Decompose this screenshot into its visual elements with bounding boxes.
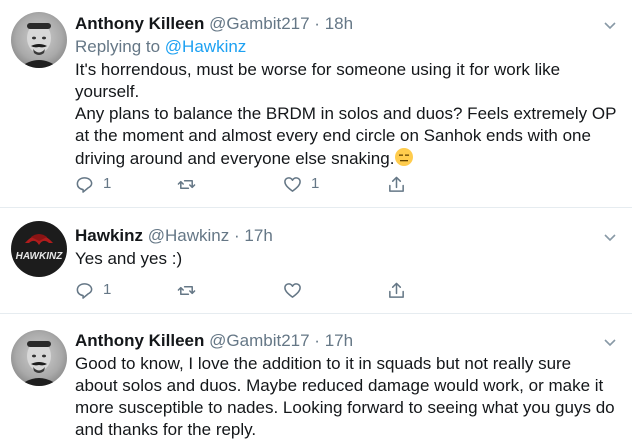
author-handle[interactable]: @Gambit217 — [209, 331, 309, 350]
tweet-thread: Anthony Killeen @Gambit217 · 18h Replyin… — [0, 0, 632, 441]
like-count: 1 — [311, 175, 320, 192]
tweet-text-line: about solos and duos. Maybe reduced dama… — [75, 376, 604, 395]
replying-to-label: Replying to — [75, 37, 161, 56]
chevron-down-icon[interactable] — [602, 229, 618, 245]
tweet-text: Good to know, I love the addition to it … — [75, 353, 620, 441]
replying-to-link[interactable]: @Hawkinz — [165, 37, 247, 56]
reply-icon — [76, 282, 93, 299]
share-icon — [389, 176, 404, 192]
tweet-time[interactable]: 18h — [325, 14, 353, 33]
tweet-time[interactable]: 17h — [244, 226, 272, 245]
tweet-time[interactable]: 17h — [325, 331, 353, 350]
tweet-text-line: Any plans to balance the BRDM in solos a… — [75, 104, 617, 123]
separator-dot: · — [234, 226, 240, 245]
retweet-button[interactable] — [177, 172, 196, 196]
like-button[interactable] — [283, 278, 302, 302]
tweet-text-line: at the moment and almost every end circl… — [75, 126, 591, 145]
retweet-icon — [177, 179, 196, 189]
author-name[interactable]: Anthony Killeen — [75, 14, 204, 33]
reply-count: 1 — [103, 281, 112, 298]
avatar-anthony[interactable] — [11, 12, 67, 68]
tweet-text: It's horrendous, must be worse for someo… — [75, 59, 620, 170]
replying-to: Replying to @Hawkinz — [75, 36, 246, 58]
person-avatar-icon — [19, 23, 59, 68]
share-button[interactable] — [387, 278, 406, 302]
tweet-text-line: Good to know, I love the addition to it … — [75, 354, 572, 373]
share-button[interactable] — [387, 172, 406, 196]
chevron-down-icon[interactable] — [602, 334, 618, 350]
expressionless-face-icon — [395, 148, 414, 166]
tweet-header: Anthony Killeen @Gambit217 · 17h — [75, 330, 353, 352]
tweet-actions: 1 1 — [75, 172, 620, 196]
tweet-header: Hawkinz @Hawkinz · 17h — [75, 225, 273, 247]
reply-button[interactable]: 1 — [75, 172, 111, 196]
tweet-text-line: more susceptible to nades. Looking forwa… — [75, 398, 615, 417]
tweet-text-line: yourself. — [75, 82, 140, 101]
reply-count: 1 — [103, 175, 112, 192]
author-name[interactable]: Anthony Killeen — [75, 331, 204, 350]
tweet-text-line: It's horrendous, must be worse for someo… — [75, 60, 561, 79]
like-button[interactable]: 1 — [283, 172, 319, 196]
reply-icon — [76, 176, 93, 193]
avatar-hawkinz[interactable]: HAWKINZ — [11, 221, 67, 277]
heart-icon — [284, 282, 301, 298]
avatar-logo-text: HAWKINZ — [16, 251, 64, 262]
tweet-anthony-2[interactable]: Anthony Killeen @Gambit217 · 17h Good to… — [0, 314, 632, 441]
person-avatar-icon — [19, 341, 59, 386]
tweet-text: Yes and yes :) — [75, 248, 620, 270]
separator-dot: · — [314, 14, 320, 33]
tweet-anthony-1[interactable]: Anthony Killeen @Gambit217 · 18h Replyin… — [0, 0, 632, 207]
avatar-anthony[interactable] — [11, 330, 67, 386]
retweet-icon — [177, 285, 196, 295]
tweet-text-line: driving around and everyone else snaking… — [75, 147, 620, 170]
tweet-text-line-end: driving around and everyone else snaking… — [75, 149, 395, 168]
tweet-text-line: Yes and yes :) — [75, 249, 183, 268]
share-icon — [389, 282, 404, 298]
hawk-logo-icon: HAWKINZ — [14, 234, 64, 262]
chevron-down-icon[interactable] — [602, 17, 618, 33]
reply-button[interactable]: 1 — [75, 278, 111, 302]
retweet-button[interactable] — [177, 278, 196, 302]
tweet-hawkinz[interactable]: HAWKINZ Hawkinz @Hawkinz · 17h Yes and y… — [0, 208, 632, 313]
author-handle[interactable]: @Hawkinz — [148, 226, 230, 245]
heart-icon — [284, 176, 301, 192]
tweet-actions: 1 — [75, 278, 620, 302]
author-name[interactable]: Hawkinz — [75, 226, 143, 245]
author-handle[interactable]: @Gambit217 — [209, 14, 309, 33]
tweet-header: Anthony Killeen @Gambit217 · 18h — [75, 13, 353, 35]
separator-dot: · — [314, 331, 320, 350]
